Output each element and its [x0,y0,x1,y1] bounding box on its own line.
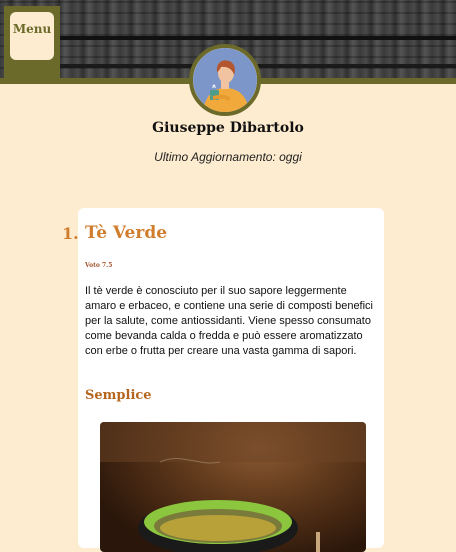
article-card: Tè Verde Voto 7.5 Il tè verde è conosciu… [78,208,384,552]
article-title: Tè Verde [85,223,168,243]
green-tea-cup-image [100,422,366,552]
menu-button[interactable]: Menu [10,12,54,60]
article-description: Il tè verde è conosciuto per il suo sapo… [85,285,374,357]
avatar [189,44,261,116]
last-updated: Ultimo Aggiornamento: oggi [154,150,302,164]
section-subtitle: Semplice [85,388,152,403]
menu-frame: Menu [4,6,60,78]
author-name: Giuseppe Dibartolo [152,120,304,136]
rating-label: Voto 7.5 [85,262,113,269]
tea-cup-photo [100,422,366,552]
list-number: 1. [62,224,79,243]
person-drinking-tea-icon [193,48,257,112]
